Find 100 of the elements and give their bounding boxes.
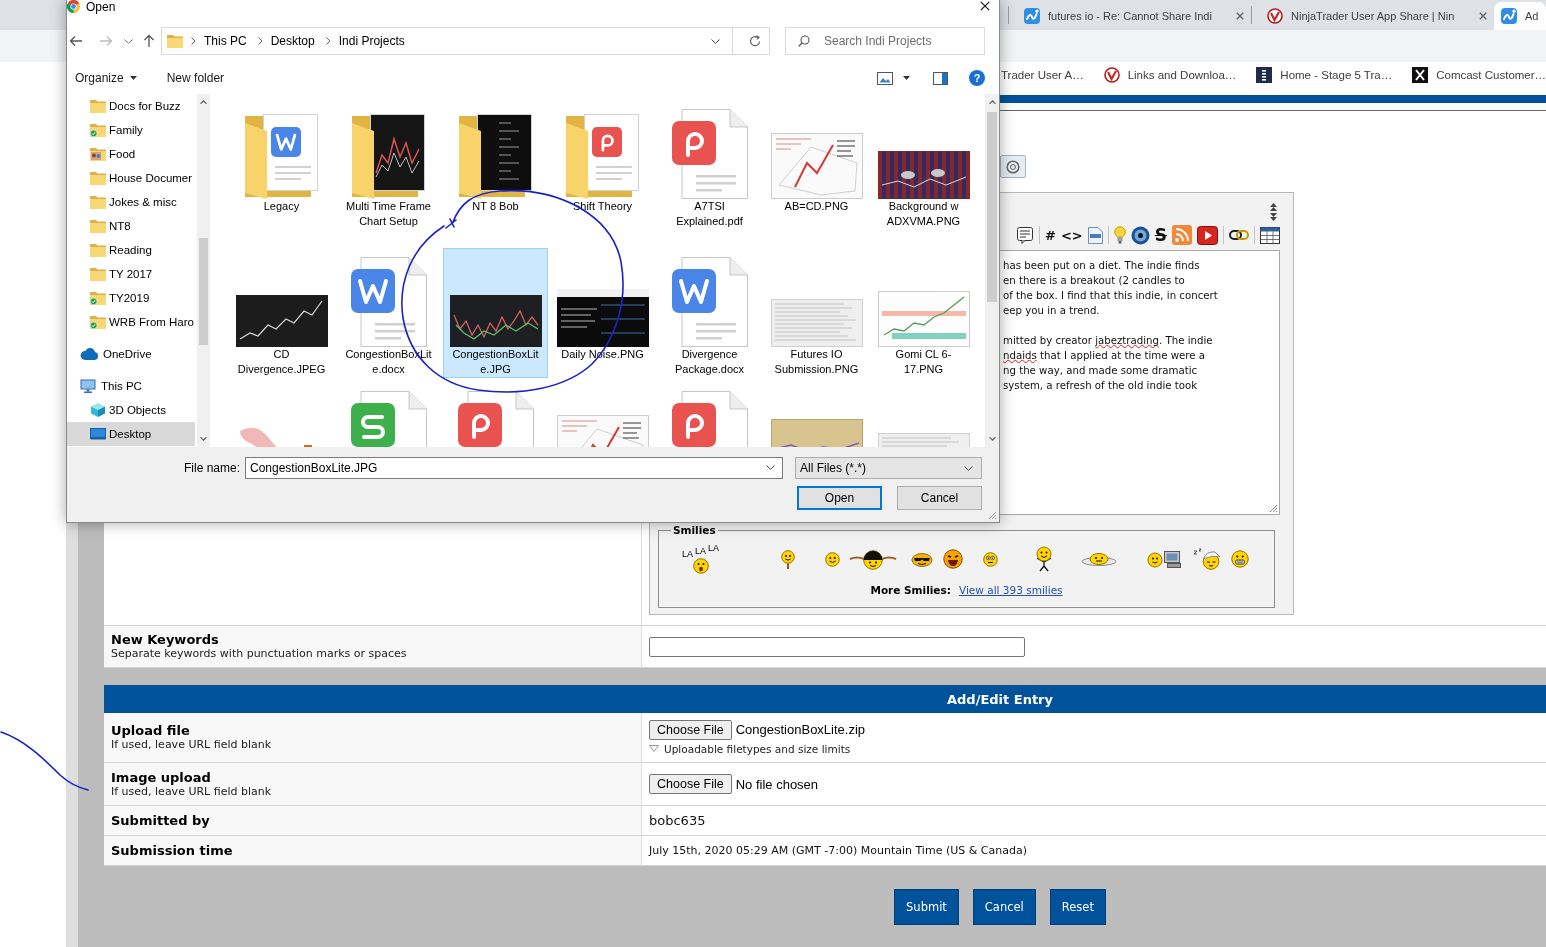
folder-icon bbox=[244, 113, 319, 199]
grinning-smiley-icon[interactable] bbox=[1231, 550, 1250, 568]
sidebar-item[interactable]: This PC bbox=[67, 374, 195, 398]
expand-arrows-icon[interactable] bbox=[1269, 203, 1278, 221]
breadcrumb[interactable]: Desktop bbox=[270, 34, 315, 48]
address-bar[interactable]: This PC Desktop Indi Projects bbox=[161, 27, 770, 55]
sidebar-item[interactable]: House Documer bbox=[67, 166, 195, 190]
scrollbar-thumb[interactable] bbox=[987, 112, 997, 302]
table-grid-icon[interactable] bbox=[1260, 226, 1280, 244]
sidebar-item[interactable]: Desktop bbox=[67, 422, 195, 446]
chain-link-icon[interactable] bbox=[1229, 229, 1249, 241]
file-name-field[interactable]: CongestionBoxLite.JPG bbox=[245, 457, 783, 479]
chevron-down-icon[interactable] bbox=[988, 437, 996, 441]
chevron-down-icon[interactable] bbox=[200, 437, 207, 441]
submit-button[interactable]: Submit bbox=[894, 889, 959, 925]
file-item[interactable]: Background w ADXVMA.PNG bbox=[871, 100, 976, 230]
tag-button[interactable]: # bbox=[1045, 225, 1056, 245]
open-button[interactable]: Open bbox=[797, 486, 882, 510]
bookmark[interactable]: Home - Stage 5 Tra… bbox=[1246, 64, 1403, 86]
resize-grip-icon[interactable] bbox=[987, 510, 997, 520]
help-button[interactable]: ? bbox=[969, 70, 985, 86]
breadcrumb[interactable]: Indi Projects bbox=[338, 34, 405, 48]
caret-down-icon[interactable] bbox=[129, 76, 137, 80]
field-title: Upload file bbox=[111, 723, 191, 738]
sidebar-item[interactable]: Jokes & misc bbox=[67, 190, 195, 214]
chevron-up-icon[interactable] bbox=[200, 100, 207, 104]
field-value: bobc635 bbox=[649, 813, 706, 828]
chevron-down-icon[interactable] bbox=[964, 465, 973, 471]
back-arrow-icon[interactable] bbox=[69, 35, 83, 47]
file-item[interactable]: A7TSI Explained.pdf bbox=[657, 100, 762, 230]
file-item[interactable]: Futures IO Submission.PNG bbox=[764, 248, 869, 378]
sunglasses-smiley-icon[interactable] bbox=[911, 551, 934, 567]
strikethrough-button[interactable]: S bbox=[1154, 225, 1167, 245]
sidebar-item[interactable]: OneDrive bbox=[67, 342, 195, 366]
sidebar-item[interactable]: TY2019 bbox=[67, 286, 195, 310]
file-type-dropdown[interactable]: All Files (*.*) bbox=[795, 457, 982, 479]
file-item[interactable]: Gomi CL 6-17.PNG bbox=[871, 248, 976, 378]
file-item[interactable]: Legacy bbox=[229, 100, 334, 215]
tag-button[interactable]: <> bbox=[1060, 225, 1083, 245]
file-item[interactable]: NT 8 Bob bbox=[443, 100, 548, 215]
new-folder-button[interactable]: New folder bbox=[166, 71, 225, 85]
smiley-icon[interactable] bbox=[825, 551, 841, 567]
sidebar-item[interactable]: NT8 bbox=[67, 214, 195, 238]
cancel-button[interactable]: Cancel bbox=[972, 889, 1036, 925]
resize-grip-icon[interactable] bbox=[1268, 503, 1278, 513]
speech-bubble-icon[interactable] bbox=[1016, 226, 1035, 244]
smilie-button[interactable]: LA LA LA bbox=[682, 544, 720, 574]
smiley-at-computer-icon[interactable] bbox=[1147, 550, 1182, 568]
upload-limits-toggle[interactable]: Uploadable filetypes and size limits bbox=[649, 741, 851, 756]
chevron-down-icon[interactable] bbox=[766, 465, 775, 470]
bookmark[interactable]: Links and Downloa… bbox=[1093, 64, 1247, 86]
browser-tab[interactable]: futures io - Re: Cannot Share Indi bbox=[1009, 2, 1251, 30]
close-icon[interactable] bbox=[980, 1, 990, 11]
preview-pane-icon[interactable] bbox=[933, 71, 948, 85]
chevron-down-icon[interactable] bbox=[711, 38, 720, 44]
file-icon[interactable] bbox=[1087, 226, 1103, 244]
sidebar-item[interactable]: WRB From Haro bbox=[67, 310, 195, 334]
winged-smiley-icon[interactable] bbox=[849, 548, 898, 570]
bookmark[interactable]: Comcast Customer… bbox=[1402, 64, 1546, 86]
sidebar-item[interactable]: Reading bbox=[67, 238, 195, 262]
thumbnail-view-icon[interactable] bbox=[877, 71, 893, 85]
sidebar-item[interactable]: Family bbox=[67, 118, 195, 142]
scrollbar-thumb[interactable] bbox=[199, 238, 208, 345]
monitor-icon bbox=[80, 379, 96, 393]
file-item[interactable]: CongestionBoxLite.JPG bbox=[443, 248, 548, 378]
refresh-icon[interactable] bbox=[749, 35, 761, 47]
breadcrumb[interactable]: This PC bbox=[204, 34, 247, 48]
bookmark[interactable]: Trader User A… bbox=[1000, 64, 1094, 86]
flattened-smiley-icon[interactable] bbox=[1081, 552, 1118, 566]
smiley-on-stick-icon[interactable] bbox=[781, 549, 796, 569]
keywords-field[interactable] bbox=[649, 636, 1025, 657]
toolbar-button[interactable] bbox=[1000, 155, 1026, 178]
file-item[interactable]: AB=CD.PNG bbox=[764, 100, 869, 215]
file-item[interactable]: Shift Theory bbox=[550, 100, 655, 215]
view-all-smilies-link[interactable]: View all 393 smilies bbox=[958, 584, 1063, 596]
sidebar-item[interactable]: Food bbox=[67, 142, 195, 166]
file-item[interactable]: CD Divergence.JPEG bbox=[229, 248, 334, 378]
sleeping-smiley-icon[interactable] bbox=[1193, 548, 1222, 570]
reset-button[interactable]: Reset bbox=[1049, 889, 1106, 925]
video-play-icon[interactable] bbox=[1197, 225, 1218, 245]
file-item[interactable]: Divergence Package.docx bbox=[657, 248, 762, 378]
chevron-down-icon[interactable] bbox=[124, 38, 133, 44]
ring-logo-icon bbox=[1103, 67, 1120, 83]
sidebar-item[interactable]: 3D Objects bbox=[67, 398, 195, 422]
caret-down-icon[interactable] bbox=[903, 76, 910, 80]
browser-tab[interactable]: Ad bbox=[1494, 2, 1546, 30]
organize-menu[interactable]: Organize bbox=[75, 71, 137, 85]
cancel-button[interactable]: Cancel bbox=[897, 486, 982, 510]
disc-icon[interactable] bbox=[1130, 225, 1150, 245]
search-field[interactable]: Search Indi Projects bbox=[785, 27, 985, 55]
laughing-smiley-icon[interactable] bbox=[943, 549, 964, 569]
file-item[interactable]: Multi Time Frame Chart Setup bbox=[336, 100, 441, 230]
chevron-up-icon[interactable] bbox=[988, 100, 996, 104]
up-arrow-icon[interactable] bbox=[143, 34, 155, 48]
browser-tab[interactable]: NinjaTrader User App Share | Nin bbox=[1252, 2, 1494, 30]
worried-smiley-icon[interactable] bbox=[983, 551, 999, 567]
sidebar-item[interactable]: Docs for Buzz bbox=[67, 94, 195, 118]
choose-file-button[interactable]: Choose File bbox=[649, 719, 732, 740]
choose-file-button[interactable]: Choose File bbox=[649, 774, 732, 794]
sidebar-item[interactable]: TY 2017 bbox=[67, 262, 195, 286]
